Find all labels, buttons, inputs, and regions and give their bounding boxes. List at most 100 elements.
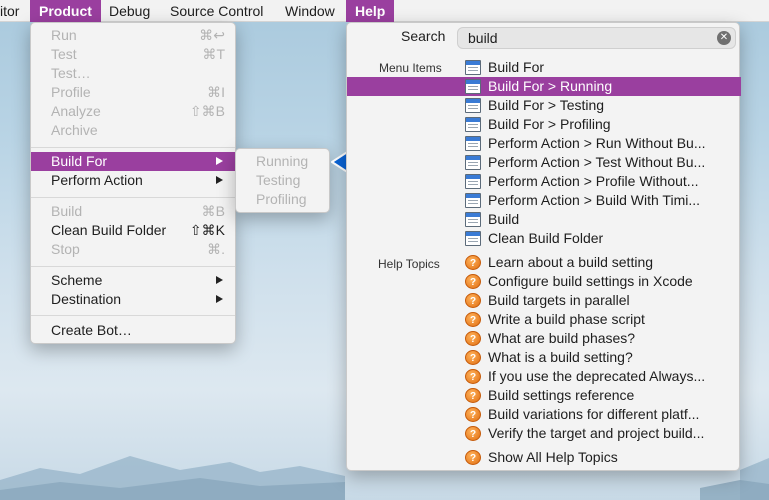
submenu-item-running[interactable]: Running bbox=[236, 152, 329, 171]
shortcut: ⇧⌘B bbox=[189, 103, 225, 119]
menu-window-icon bbox=[465, 117, 481, 132]
menu-item-destination[interactable]: Destination bbox=[31, 290, 235, 309]
menu-item-perform-action[interactable]: Perform Action bbox=[31, 171, 235, 190]
shortcut: ⌘T bbox=[202, 46, 225, 62]
result-label: Write a build phase script bbox=[488, 311, 645, 327]
menu-item-label: Test bbox=[51, 46, 77, 62]
help-question-icon: ? bbox=[465, 274, 481, 289]
menu-item-label: Run bbox=[51, 27, 77, 43]
help-result-topic[interactable]: ? Build variations for different platf... bbox=[347, 405, 741, 424]
submenu-arrow-icon bbox=[216, 176, 223, 184]
submenu-item-profiling[interactable]: Profiling bbox=[236, 190, 329, 209]
menu-item-label: Running bbox=[256, 153, 309, 169]
menu-window-icon bbox=[465, 79, 481, 94]
result-label: Build settings reference bbox=[488, 387, 635, 403]
menubar-item-source-control[interactable]: Source Control bbox=[161, 0, 272, 22]
help-question-icon: ? bbox=[465, 450, 481, 465]
submenu-item-testing[interactable]: Testing bbox=[236, 171, 329, 190]
menu-item-label: Build For bbox=[51, 153, 108, 169]
help-question-icon: ? bbox=[465, 312, 481, 327]
menu-item-archive[interactable]: Archive bbox=[31, 121, 235, 140]
clear-search-icon[interactable]: ✕ bbox=[717, 31, 731, 45]
menu-item-scheme[interactable]: Scheme bbox=[31, 271, 235, 290]
help-result-topic[interactable]: ? Configure build settings in Xcode bbox=[347, 272, 741, 291]
menu-item-test-ellipsis[interactable]: Test… bbox=[31, 64, 235, 83]
help-result-menu-item[interactable]: Build For > Profiling bbox=[347, 115, 741, 134]
help-question-icon: ? bbox=[465, 293, 481, 308]
help-result-menu-item[interactable]: Perform Action > Run Without Bu... bbox=[347, 134, 741, 153]
help-question-icon: ? bbox=[465, 426, 481, 441]
help-question-icon: ? bbox=[465, 331, 481, 346]
show-all-help-topics[interactable]: ? Show All Help Topics bbox=[347, 448, 741, 467]
menubar-item-window[interactable]: Window bbox=[276, 0, 344, 22]
menu-item-profile[interactable]: Profile ⌘I bbox=[31, 83, 235, 102]
menubar-item-debug[interactable]: Debug bbox=[100, 0, 159, 22]
menu-window-icon bbox=[465, 174, 481, 189]
menu-item-label: Create Bot… bbox=[51, 322, 132, 338]
help-result-menu-item[interactable]: Build For > Testing bbox=[347, 96, 741, 115]
menubar-item-product[interactable]: Product bbox=[30, 0, 101, 22]
help-result-topic[interactable]: ? What is a build setting? bbox=[347, 348, 741, 367]
result-label: Perform Action > Test Without Bu... bbox=[488, 154, 706, 170]
menu-item-run[interactable]: Run ⌘↩ bbox=[31, 26, 235, 45]
help-result-topic[interactable]: ? Build settings reference bbox=[347, 386, 741, 405]
help-result-menu-item[interactable]: Perform Action > Profile Without... bbox=[347, 172, 741, 191]
menu-window-icon bbox=[465, 60, 481, 75]
result-label: Perform Action > Build With Timi... bbox=[488, 192, 701, 208]
menu-item-test[interactable]: Test ⌘T bbox=[31, 45, 235, 64]
menu-item-stop[interactable]: Stop ⌘. bbox=[31, 240, 235, 259]
menu-item-build[interactable]: Build ⌘B bbox=[31, 202, 235, 221]
result-label: Verify the target and project build... bbox=[488, 425, 705, 441]
shortcut: ⌘I bbox=[207, 84, 225, 100]
shortcut: ⌘↩ bbox=[199, 27, 225, 43]
result-label: Perform Action > Run Without Bu... bbox=[488, 135, 706, 151]
result-label: What are build phases? bbox=[488, 330, 636, 346]
help-result-menu-item[interactable]: Perform Action > Build With Timi... bbox=[347, 191, 741, 210]
help-result-topic[interactable]: ? Learn about a build setting bbox=[347, 253, 741, 272]
help-search-input[interactable]: build ✕ bbox=[457, 27, 736, 49]
menu-item-label: Destination bbox=[51, 291, 122, 307]
menu-separator bbox=[31, 147, 235, 148]
submenu-arrow-icon bbox=[216, 295, 223, 303]
menu-item-label: Testing bbox=[256, 172, 301, 188]
menu-window-icon bbox=[465, 212, 481, 227]
menu-item-label: Scheme bbox=[51, 272, 103, 288]
result-label: Build targets in parallel bbox=[488, 292, 630, 308]
help-result-topic[interactable]: ? Write a build phase script bbox=[347, 310, 741, 329]
menu-bar: itor Product Debug Source Control Window… bbox=[0, 0, 769, 22]
help-result-menu-item[interactable]: Build For bbox=[347, 58, 741, 77]
menu-item-create-bot[interactable]: Create Bot… bbox=[31, 321, 235, 340]
help-result-topic[interactable]: ? Verify the target and project build... bbox=[347, 424, 741, 443]
help-result-menu-item[interactable]: Build For > Running bbox=[347, 77, 741, 96]
product-menu: Run ⌘↩ Test ⌘T Test… Profile ⌘I Analyze … bbox=[30, 22, 236, 344]
menu-item-label: Build bbox=[51, 203, 83, 219]
shortcut: ⇧⌘K bbox=[189, 222, 225, 238]
menu-window-icon bbox=[465, 155, 481, 170]
menu-item-build-for[interactable]: Build For bbox=[31, 152, 235, 171]
result-label: Build variations for different platf... bbox=[488, 406, 700, 422]
result-label: Build For bbox=[488, 59, 545, 75]
result-label: Show All Help Topics bbox=[488, 449, 618, 465]
menu-item-label: Analyze bbox=[51, 103, 101, 119]
result-label: Configure build settings in Xcode bbox=[488, 273, 693, 289]
shortcut: ⌘. bbox=[207, 241, 225, 257]
help-question-icon: ? bbox=[465, 350, 481, 365]
search-label: Search bbox=[401, 28, 446, 44]
menubar-item-editor[interactable]: itor bbox=[0, 0, 28, 22]
menu-item-clean-build-folder[interactable]: Clean Build Folder ⇧⌘K bbox=[31, 221, 235, 240]
help-result-topic[interactable]: ? What are build phases? bbox=[347, 329, 741, 348]
menu-item-label: Test… bbox=[51, 65, 91, 81]
menubar-item-help[interactable]: Help bbox=[346, 0, 395, 22]
help-result-menu-item[interactable]: Build bbox=[347, 210, 741, 229]
help-result-topic[interactable]: ? Build targets in parallel bbox=[347, 291, 741, 310]
help-result-menu-item[interactable]: Clean Build Folder bbox=[347, 229, 741, 248]
build-for-submenu: Running Testing Profiling bbox=[235, 148, 330, 213]
result-label: If you use the deprecated Always... bbox=[488, 368, 706, 384]
help-question-icon: ? bbox=[465, 388, 481, 403]
help-result-topic[interactable]: ? If you use the deprecated Always... bbox=[347, 367, 741, 386]
menu-item-analyze[interactable]: Analyze ⇧⌘B bbox=[31, 102, 235, 121]
help-result-menu-item[interactable]: Perform Action > Test Without Bu... bbox=[347, 153, 741, 172]
search-value: build bbox=[468, 30, 498, 46]
shortcut: ⌘B bbox=[201, 203, 225, 219]
result-label: What is a build setting? bbox=[488, 349, 633, 365]
